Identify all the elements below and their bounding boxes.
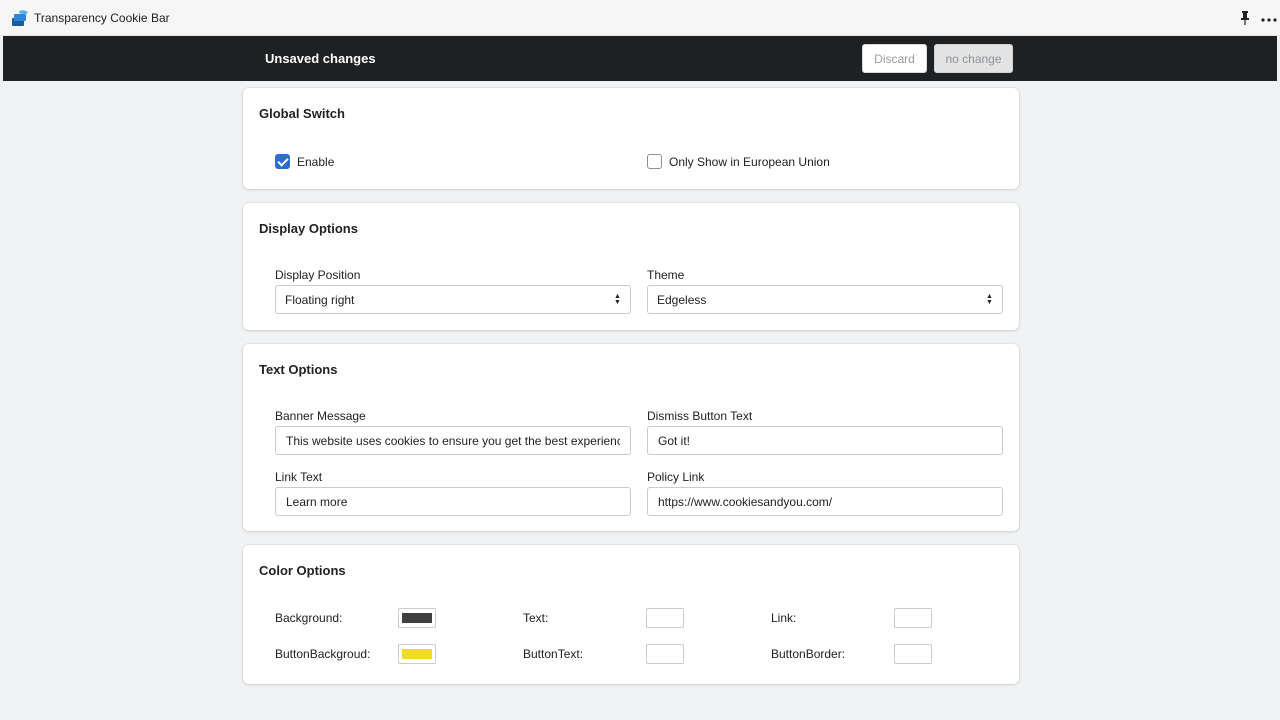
enable-label: Enable [297,154,335,169]
text-color-label: Text: [523,611,549,625]
app-header: Transparency Cookie Bar [0,0,1280,36]
dismiss-button-text-label: Dismiss Button Text [647,409,753,423]
display-position-label: Display Position [275,268,361,282]
link-color-label: Link: [771,611,797,625]
color-options-title: Color Options [259,563,346,578]
display-options-title: Display Options [259,221,358,236]
button-border-color-picker[interactable] [894,644,932,664]
link-text-label: Link Text [275,470,323,484]
text-color-swatch [650,613,680,623]
policy-link-input[interactable] [647,487,1003,516]
banner-message-label: Banner Message [275,409,366,423]
banner-message-input[interactable] [275,426,631,455]
button-border-color-label: ButtonBorder: [771,647,846,661]
global-switch-card: Global Switch Enable Only Show in Europe… [243,88,1019,189]
select-arrows-icon: ▲ ▼ [614,293,621,306]
background-color-picker[interactable] [398,608,436,628]
more-options-icon[interactable] [1260,10,1278,26]
button-border-color-swatch [898,649,928,659]
display-position-value: Floating right [285,292,355,307]
left-edge [0,36,3,720]
button-background-color-label: ButtonBackgroud: [275,647,371,661]
link-color-swatch [898,613,928,623]
button-text-color-picker[interactable] [646,644,684,664]
discard-button[interactable]: Discard [862,44,927,73]
enable-checkbox[interactable] [275,154,290,169]
theme-select[interactable]: Edgeless ▲ ▼ [647,285,1003,314]
button-text-color-label: ButtonText: [523,647,584,661]
text-options-card: Text Options Banner Message Dismiss Butt… [243,344,1019,531]
enable-row: Enable [275,154,334,169]
text-options-title: Text Options [259,362,338,377]
pin-icon[interactable] [1238,10,1252,26]
background-color-swatch [402,613,432,623]
policy-link-label: Policy Link [647,470,705,484]
app-logo-icon [12,10,28,26]
theme-value: Edgeless [657,292,707,307]
theme-label: Theme [647,268,685,282]
save-button[interactable]: no change [934,44,1013,73]
text-color-picker[interactable] [646,608,684,628]
eu-only-label: Only Show in European Union [669,154,830,169]
global-switch-title: Global Switch [259,106,345,121]
contextual-save-bar: Unsaved changes Discard no change [3,36,1277,81]
unsaved-changes-title: Unsaved changes [265,51,376,66]
eu-only-row: Only Show in European Union [647,154,830,169]
dismiss-button-text-input[interactable] [647,426,1003,455]
app-title: Transparency Cookie Bar [34,11,170,25]
background-color-label: Background: [275,611,343,625]
button-background-color-picker[interactable] [398,644,436,664]
display-options-card: Display Options Display Position Floatin… [243,203,1019,330]
color-options-card: Color Options Background: Text: Link: Bu… [243,545,1019,684]
link-color-picker[interactable] [894,608,932,628]
display-position-select[interactable]: Floating right ▲ ▼ [275,285,631,314]
eu-only-checkbox[interactable] [647,154,662,169]
link-text-input[interactable] [275,487,631,516]
button-background-color-swatch [402,649,432,659]
select-arrows-icon: ▲ ▼ [986,293,993,306]
button-text-color-swatch [650,649,680,659]
